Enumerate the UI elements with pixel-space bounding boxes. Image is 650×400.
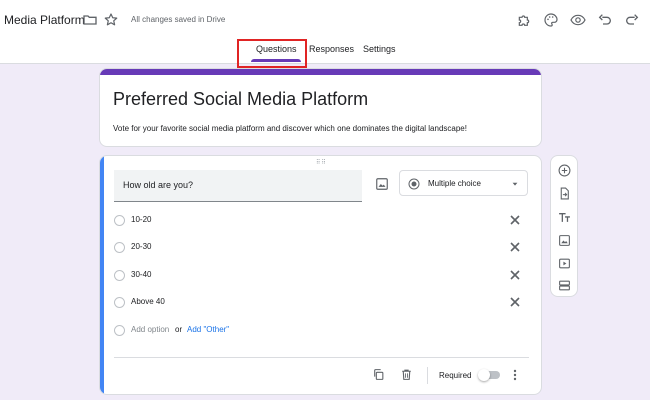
question-title-text: How old are you? [123, 180, 194, 190]
required-label: Required [439, 371, 472, 380]
add-other-button[interactable]: Add "Other" [187, 325, 229, 334]
radio-button-icon [408, 178, 420, 190]
form-tabs: Questions Responses Settings [0, 44, 650, 64]
undo-icon[interactable] [597, 12, 613, 28]
question-type-select[interactable]: Multiple choice [399, 170, 528, 196]
question-title-input[interactable]: How old are you? [114, 170, 362, 202]
question-type-label: Multiple choice [428, 179, 481, 188]
option-row[interactable]: 20-30 [114, 241, 534, 255]
option-radio-icon [114, 215, 125, 226]
option-label[interactable]: 30-40 [131, 270, 151, 279]
remove-option-icon[interactable] [509, 269, 521, 281]
add-title-icon[interactable] [558, 211, 571, 224]
toggle-knob [478, 369, 490, 381]
question-card[interactable]: ⠿⠿ How old are you? Multiple choice 10-2… [99, 155, 542, 395]
add-section-icon[interactable] [558, 279, 571, 292]
tab-highlight-box [237, 39, 307, 68]
option-radio-icon [114, 270, 125, 281]
preview-eye-icon[interactable] [570, 12, 586, 28]
document-title[interactable]: Media Platform [4, 13, 85, 27]
footer-separator [427, 367, 428, 384]
option-radio-icon [114, 325, 125, 336]
active-question-indicator [100, 156, 104, 394]
import-questions-icon[interactable] [558, 187, 571, 200]
star-icon[interactable] [103, 12, 119, 28]
add-image-icon[interactable] [558, 234, 571, 247]
floating-toolbar [550, 155, 578, 297]
footer-divider [114, 357, 529, 358]
option-label[interactable]: 20-30 [131, 242, 151, 251]
required-toggle[interactable] [478, 369, 500, 381]
duplicate-icon[interactable] [372, 368, 385, 381]
tab-responses[interactable]: Responses [309, 44, 354, 54]
redo-icon[interactable] [624, 12, 640, 28]
save-status: All changes saved in Drive [131, 15, 226, 24]
app-header: Media Platform All changes saved in Driv… [0, 0, 650, 64]
form-title-card: Preferred Social Media Platform Vote for… [99, 68, 542, 147]
palette-icon[interactable] [543, 12, 559, 28]
tab-settings[interactable]: Settings [363, 44, 396, 54]
add-image-icon[interactable] [375, 177, 389, 191]
remove-option-icon[interactable] [509, 296, 521, 308]
form-title[interactable]: Preferred Social Media Platform [113, 89, 368, 110]
option-row[interactable]: 30-40 [114, 269, 534, 283]
add-option-button[interactable]: Add option [131, 325, 169, 334]
option-row[interactable]: Above 40 [114, 296, 534, 310]
add-video-icon[interactable] [558, 257, 571, 270]
title-card-accent-bar [100, 69, 541, 75]
remove-option-icon[interactable] [509, 241, 521, 253]
more-options-icon[interactable] [509, 369, 521, 381]
folder-icon[interactable] [82, 12, 98, 28]
option-label[interactable]: 10-20 [131, 215, 151, 224]
remove-option-icon[interactable] [509, 214, 521, 226]
dropdown-caret-icon [511, 180, 519, 188]
addon-icon[interactable] [516, 12, 532, 28]
add-question-icon[interactable] [558, 164, 571, 177]
or-text: or [175, 325, 183, 334]
drag-handle-icon[interactable]: ⠿⠿ [316, 159, 327, 166]
add-option-row: Add option or Add "Other" [114, 324, 414, 338]
option-label[interactable]: Above 40 [131, 297, 165, 306]
delete-icon[interactable] [400, 368, 413, 381]
option-row[interactable]: 10-20 [114, 214, 534, 228]
option-radio-icon [114, 242, 125, 253]
form-description[interactable]: Vote for your favorite social media plat… [113, 124, 467, 133]
option-radio-icon [114, 297, 125, 308]
